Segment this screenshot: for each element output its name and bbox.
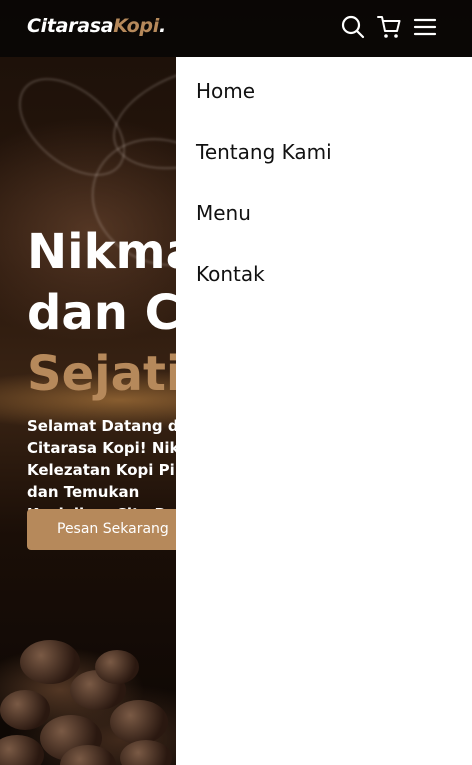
menu-item-kontak[interactable]: Kontak [196,262,265,286]
hero-title-line3: Sejati [27,346,183,402]
navbar: CitarasaKopi. [0,0,472,57]
menu-item-menu[interactable]: Menu [196,201,251,225]
hamburger-menu-icon[interactable] [413,14,439,40]
brand-name-part2: Kopi [113,15,159,37]
brand-logo[interactable]: CitarasaKopi. [27,15,166,37]
side-navigation-menu: Home Tentang Kami Menu Kontak [176,57,472,765]
cart-icon[interactable] [376,14,402,40]
brand-name-part1: Citarasa [27,15,114,37]
menu-item-tentang-kami[interactable]: Tentang Kami [196,140,332,164]
brand-name-dot: . [158,15,166,37]
search-icon[interactable] [340,14,366,40]
menu-item-home[interactable]: Home [196,79,255,103]
